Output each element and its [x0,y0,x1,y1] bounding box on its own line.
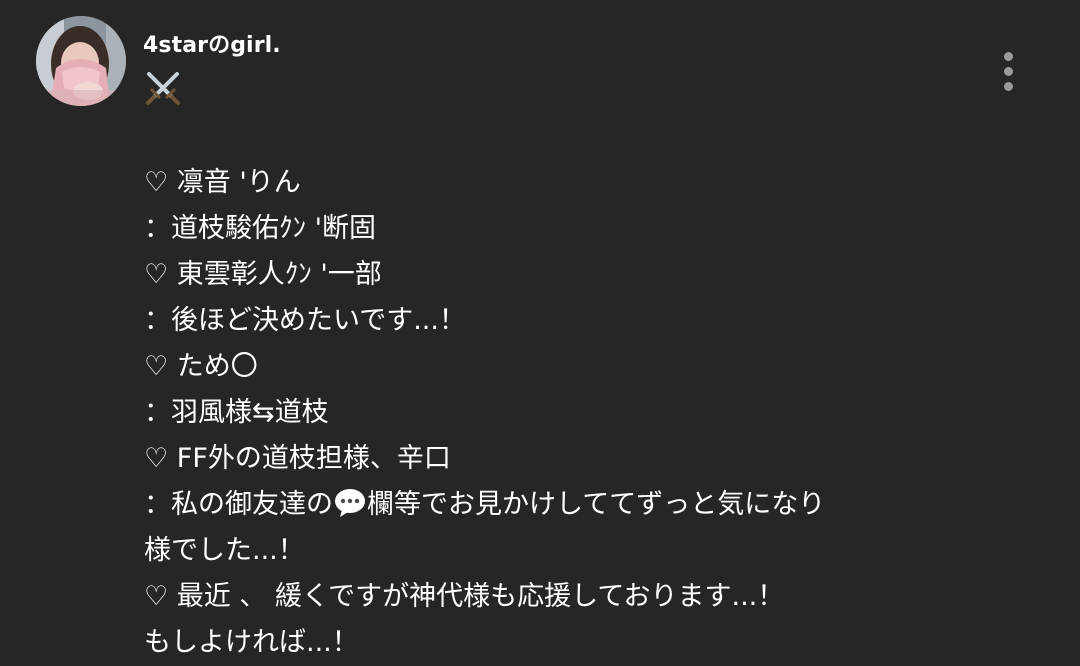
body-line: ♡ 凛音 'りん [144,167,301,198]
body-line: ：羽風様⇆道枝 [144,397,329,428]
body-line: ♡ 最近 、 緩くですが神代様も応援しております...！ [144,581,785,612]
body-line: ：後ほど決めたいです...！ [144,305,466,336]
body-line: ♡ 東雲彰人ｸﾝ '一部 [144,259,382,290]
profile-photo [36,16,126,106]
post-body: ♡ 凛音 'りん ：道枝駿佑ｸﾝ '断固 ♡ 東雲彰人ｸﾝ '一部 ：後ほど決め… [144,160,1044,666]
more-options-button[interactable] [990,48,1026,94]
body-text: 欄等でお見かけしててずっと気になり [367,489,826,520]
body-text: ：私の御友達の [144,489,333,520]
crossed-swords-icon [144,70,182,106]
body-line: ♡ ため〇 [144,351,258,382]
body-line: ：私の御友達の 欄等でお見かけしててずっと気になり [144,482,1044,528]
more-vertical-icon [1003,51,1013,61]
speech-bubble-icon [334,487,366,517]
more-dot [1003,66,1013,76]
body-line: ♡ FF外の道枝担様、辛口 [144,443,451,474]
body-line: ：道枝駿佑ｸﾝ '断固 [144,213,377,244]
post-card: 4starのgirl. ♡ 凛音 'りん ：道枝駿佑ｸﾝ '断固 ♡ 東雲彰人ｸ… [0,0,1080,666]
body-line: 様でした...！ [144,535,305,566]
more-dot [1003,81,1013,91]
body-line: もしよければ...！ [144,627,359,658]
avatar[interactable] [36,16,126,106]
username[interactable]: 4starのgirl. [143,27,281,59]
